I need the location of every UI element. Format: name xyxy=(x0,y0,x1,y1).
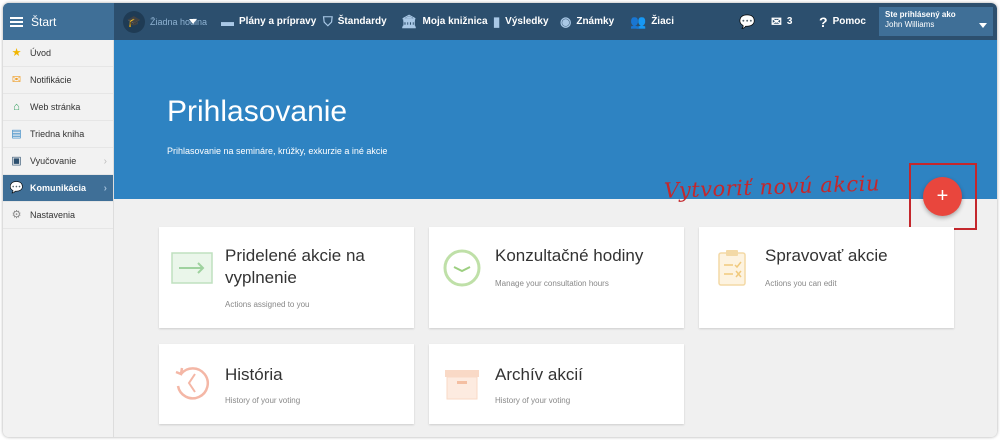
card-title: Archív akcií xyxy=(495,365,583,384)
card-archive[interactable]: Archív akcií History of your voting xyxy=(429,344,684,424)
nav-plans[interactable]: ▬ Plány a prípravy xyxy=(221,3,316,40)
card-subtitle: Actions you can edit xyxy=(765,279,837,288)
teaching-icon: ▣ xyxy=(11,154,22,167)
chevron-down-icon xyxy=(189,19,197,24)
archive-box-icon xyxy=(445,370,479,400)
chat-icon: 💬 xyxy=(9,181,24,194)
nav-grades[interactable]: ◉ Známky xyxy=(560,3,614,40)
chat-icon: 💬 xyxy=(739,14,756,29)
envelope-icon: ✉ xyxy=(771,14,782,29)
lesson-selector[interactable]: 🎓 Žiadna hodina xyxy=(123,3,208,40)
nav-students-label: Žiaci xyxy=(651,16,674,27)
chat-button[interactable]: 💬 xyxy=(739,3,755,40)
chevron-right-icon: › xyxy=(103,182,107,194)
nav-standards-label: Štandardy xyxy=(337,16,387,27)
card-subtitle: History of your voting xyxy=(495,396,571,405)
clock-icon xyxy=(443,249,481,287)
chevron-down-icon xyxy=(979,23,987,28)
card-title: História xyxy=(225,365,283,384)
clipboard-icon xyxy=(718,250,746,286)
sidebar-item-notifications[interactable]: ✉ Notifikácie xyxy=(3,67,113,94)
sidebar-item-communication[interactable]: 💬 Komunikácia › xyxy=(3,175,113,202)
card-title: Pridelené akcie na vyplnenie xyxy=(225,246,365,287)
card-title: Spravovať akcie xyxy=(765,246,888,265)
question-mark-icon: ? xyxy=(819,13,828,30)
nav-students[interactable]: 👥 Žiaci xyxy=(630,3,674,40)
nav-results[interactable]: ▮ Výsledky xyxy=(493,3,549,40)
nav-standards[interactable]: ⛉ Štandardy xyxy=(323,3,387,40)
hamburger-menu-icon xyxy=(10,16,23,27)
bar-chart-icon: ▮ xyxy=(493,14,501,29)
nav-plans-label: Plány a prípravy xyxy=(239,16,317,27)
help-label: Pomoc xyxy=(832,16,866,27)
grade-icon: ◉ xyxy=(560,14,572,29)
card-consultation-hours[interactable]: Konzultačné hodiny Manage your consultat… xyxy=(429,227,684,328)
gear-icon: ⚙ xyxy=(11,208,22,221)
sidebar-item-intro[interactable]: ★ Úvod xyxy=(3,40,113,67)
sidebar-item-label: Komunikácia xyxy=(30,183,87,193)
card-assigned-actions[interactable]: Pridelené akcie na vyplnenie Actions ass… xyxy=(159,227,414,328)
nav-grades-label: Známky xyxy=(576,16,615,27)
card-subtitle: Actions assigned to you xyxy=(225,300,310,309)
messages-count: 3 xyxy=(786,16,793,27)
help-button[interactable]: ? Pomoc xyxy=(819,3,866,40)
sidebar-item-label: Triedna kniha xyxy=(30,129,85,139)
user-menu[interactable]: Ste prihlásený ako John Williams xyxy=(879,7,993,36)
create-action-button[interactable]: + xyxy=(923,177,962,216)
shield-icon: ⛉ xyxy=(323,14,333,29)
sidebar-item-website[interactable]: ⌂ Web stránka xyxy=(3,94,113,121)
students-icon: 👥 xyxy=(630,14,647,29)
sidebar-item-teaching[interactable]: ▣ Vyučovanie › xyxy=(3,148,113,175)
sidebar: ★ Úvod ✉ Notifikácie ⌂ Web stránka ▤ Tri… xyxy=(3,40,114,437)
user-caption: Ste prihlásený ako xyxy=(885,10,956,19)
briefcase-icon: ▬ xyxy=(221,14,234,29)
sidebar-item-label: Úvod xyxy=(30,48,52,58)
chevron-right-icon: › xyxy=(103,155,107,167)
sidebar-item-label: Web stránka xyxy=(30,102,81,112)
card-history[interactable]: História History of your voting xyxy=(159,344,414,424)
start-menu-button[interactable]: Štart xyxy=(3,3,114,40)
sidebar-item-label: Nastavenia xyxy=(30,210,76,220)
page-title: Prihlasovanie xyxy=(167,95,348,128)
page-subtitle: Prihlasovanie na semináre, krúžky, exkur… xyxy=(167,146,388,156)
card-title: Konzultačné hodiny xyxy=(495,246,644,265)
history-icon xyxy=(175,367,209,400)
envelope-icon: ✉ xyxy=(11,73,22,86)
card-manage-actions[interactable]: Spravovať akcie Actions you can edit xyxy=(699,227,954,328)
sidebar-item-classbook[interactable]: ▤ Triedna kniha xyxy=(3,121,113,148)
star-icon: ★ xyxy=(11,46,22,59)
nav-library-label: Moja knižnica xyxy=(422,16,488,27)
nav-library[interactable]: 🏛 Moja knižnica xyxy=(401,3,488,40)
messages-button[interactable]: ✉ 3 xyxy=(771,3,792,40)
card-subtitle: Manage your consultation hours xyxy=(495,279,609,288)
sidebar-item-label: Vyučovanie xyxy=(30,156,77,166)
arrow-right-icon xyxy=(171,252,213,284)
home-icon: ⌂ xyxy=(13,100,20,113)
top-navigation-bar: Štart 🎓 Žiadna hodina ▬ Plány a prípravy… xyxy=(3,3,997,40)
sidebar-item-settings[interactable]: ⚙ Nastavenia xyxy=(3,202,113,229)
card-subtitle: History of your voting xyxy=(225,396,301,405)
app-window: Štart 🎓 Žiadna hodina ▬ Plány a prípravy… xyxy=(3,3,997,437)
book-icon: ▤ xyxy=(11,127,22,140)
sidebar-item-label: Notifikácie xyxy=(30,75,72,85)
lesson-label: Žiadna hodina xyxy=(150,16,208,27)
graduation-cap-icon: 🎓 xyxy=(123,10,145,33)
nav-results-label: Výsledky xyxy=(505,16,549,27)
user-name: John Williams xyxy=(885,20,935,29)
library-icon: 🏛 xyxy=(401,14,418,29)
start-label: Štart xyxy=(31,14,57,29)
